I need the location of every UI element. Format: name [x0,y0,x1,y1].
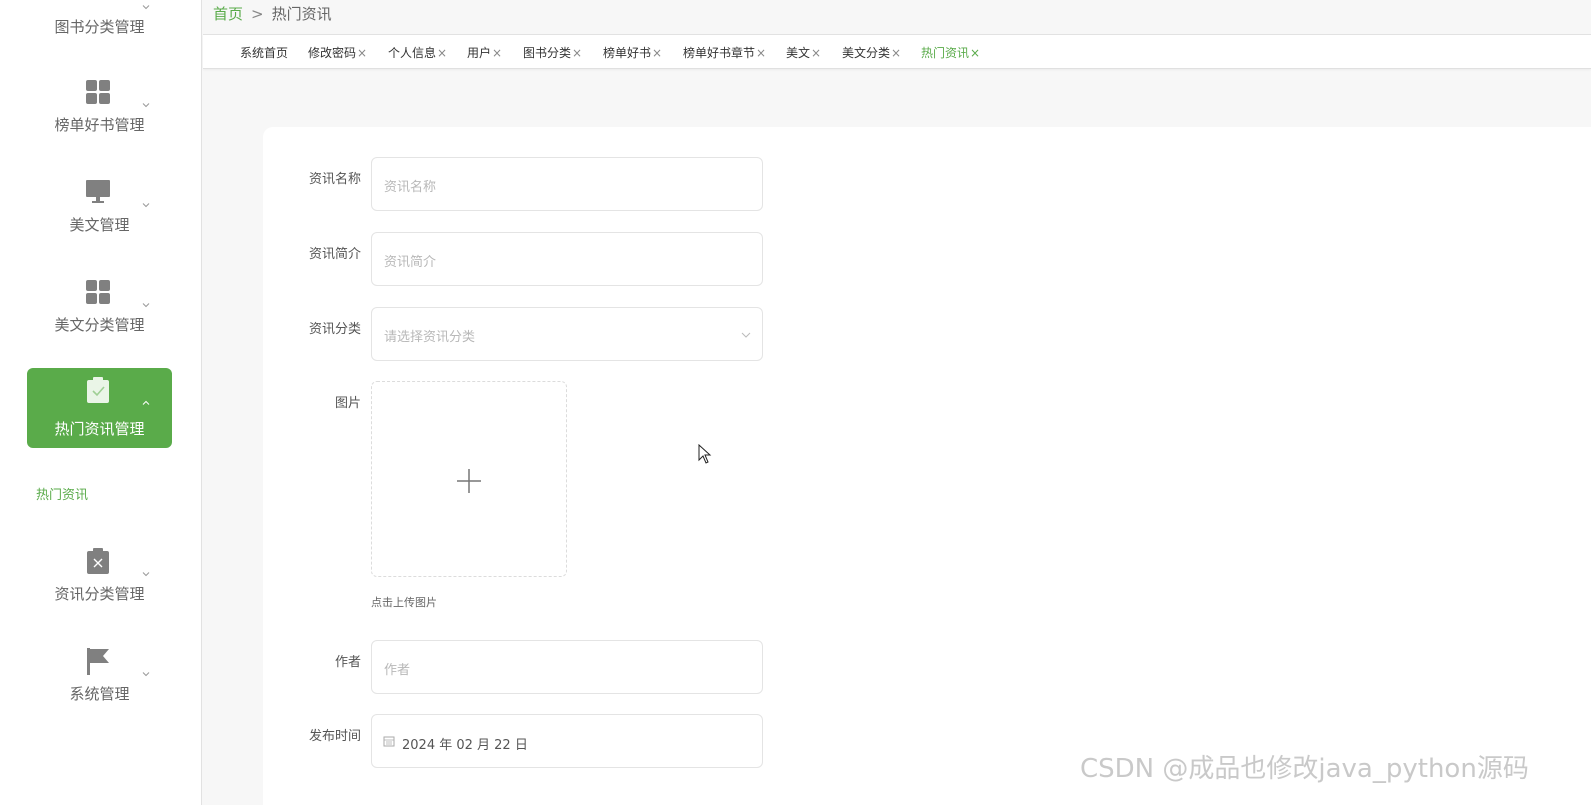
sidebar-item-news-category[interactable]: 资讯分类管理 [27,547,172,627]
plus-icon [457,469,481,493]
tab-label: 榜单好书 [603,46,652,60]
tab-bar: 系统首页 修改密码× 个人信息× 用户× 图书分类× 榜单好书× 榜单好书章节×… [203,35,1591,69]
calendar-icon [383,736,395,747]
tab-articles[interactable]: 美文× [786,44,821,61]
sidebar-item-label: 图书分类管理 [54,18,145,36]
tab-top-book-chapters[interactable]: 榜单好书章节× [683,44,766,61]
clipboard-check-icon [87,377,109,403]
chevron-up-icon [142,400,150,405]
breadcrumb-current: 热门资讯 [271,5,332,23]
sidebar-item-system[interactable]: 系统管理 [27,647,172,727]
sidebar-item-label: 系统管理 [69,685,130,703]
tab-profile[interactable]: 个人信息× [388,44,447,61]
chevron-down-icon [142,5,150,10]
chevron-down-icon [142,572,150,577]
submenu-item-hot-news[interactable]: 热门资讯 [36,484,88,503]
breadcrumb-home-link[interactable]: 首页 [213,5,243,23]
sidebar-item-article-category[interactable]: 美文分类管理 [27,278,172,358]
chevron-down-icon [142,672,150,677]
grid-icon [86,80,110,104]
close-icon[interactable]: × [970,46,980,60]
flag-icon [87,648,109,675]
news-category-placeholder: 请选择资讯分类 [384,330,476,345]
close-icon[interactable]: × [492,46,502,60]
publish-time-picker[interactable]: 2024 年 02 月 22 日 [371,714,763,768]
sidebar-item-label: 美文分类管理 [54,316,145,334]
publish-time-label: 发布时间 [308,729,361,744]
close-icon[interactable]: × [811,46,821,60]
chevron-down-icon [741,332,751,338]
close-icon[interactable]: × [756,46,766,60]
news-summary-placeholder: 资讯简介 [384,255,437,270]
news-name-placeholder: 资讯名称 [384,180,437,195]
close-icon[interactable]: × [572,46,582,60]
image-label: 图片 [334,396,361,411]
tab-top-books[interactable]: 榜单好书× [603,44,662,61]
news-summary-label: 资讯简介 [308,247,361,262]
tab-label: 用户 [467,46,492,60]
upload-hint: 点击上传图片 [371,596,437,609]
tab-label: 热门资讯 [921,46,970,60]
tab-label: 修改密码 [308,46,357,60]
publish-time-value: 2024 年 02 月 22 日 [402,738,528,753]
author-placeholder: 作者 [384,663,411,678]
tab-hot-news[interactable]: 热门资讯× [921,44,980,61]
image-upload[interactable] [371,381,567,577]
news-name-input[interactable]: 资讯名称 [371,157,763,211]
sidebar-item-articles[interactable]: 美文管理 [27,178,172,258]
news-summary-input[interactable]: 资讯简介 [371,232,763,286]
news-category-label: 资讯分类 [308,322,361,337]
close-icon[interactable]: × [891,46,901,60]
breadcrumb-separator: > [251,5,264,23]
top-bar: 首页 > 热门资讯 [203,0,1591,35]
author-input[interactable]: 作者 [371,640,763,694]
sidebar-item-label: 资讯分类管理 [54,585,145,603]
close-icon[interactable]: × [652,46,662,60]
tab-label: 系统首页 [240,46,289,60]
sidebar-item-label: 榜单好书管理 [54,116,145,134]
news-category-select[interactable]: 请选择资讯分类 [371,307,763,361]
author-label: 作者 [334,655,361,670]
clipboard-x-icon [87,548,109,574]
close-icon[interactable]: × [437,46,447,60]
grid-icon [86,280,110,304]
tab-label: 美文分类 [842,46,891,60]
tab-label: 榜单好书章节 [683,46,756,60]
close-icon[interactable]: × [357,46,367,60]
sidebar-item-hot-news[interactable]: 热门资讯管理 [27,368,172,448]
sidebar-item-label: 美文管理 [69,216,130,234]
mouse-cursor-icon [698,444,712,464]
news-name-label: 资讯名称 [308,172,361,187]
tab-system-home[interactable]: 系统首页 [240,44,288,61]
tab-article-category[interactable]: 美文分类× [842,44,901,61]
sidebar-item-book-category[interactable]: 图书分类管理 [27,0,172,60]
tab-change-password[interactable]: 修改密码× [308,44,367,61]
tab-label: 个人信息 [388,46,437,60]
chevron-down-icon [142,203,150,208]
tab-book-category[interactable]: 图书分类× [523,44,582,61]
tab-label: 图书分类 [523,46,572,60]
chevron-down-icon [142,103,150,108]
sidebar: 图书分类管理 榜单好书管理 美文管理 美文分类管理 热门资讯管理 热门资讯 资讯… [0,0,202,805]
tab-label: 美文 [786,46,811,60]
monitor-icon [86,180,110,203]
chevron-down-icon [142,303,150,308]
sidebar-item-top-books[interactable]: 榜单好书管理 [27,78,172,158]
sidebar-item-label: 热门资讯管理 [54,420,145,438]
tab-users[interactable]: 用户× [467,44,502,61]
breadcrumb: 首页 > 热门资讯 [213,3,332,24]
watermark: CSDN @成品也修改java_python源码 [1080,754,1529,784]
